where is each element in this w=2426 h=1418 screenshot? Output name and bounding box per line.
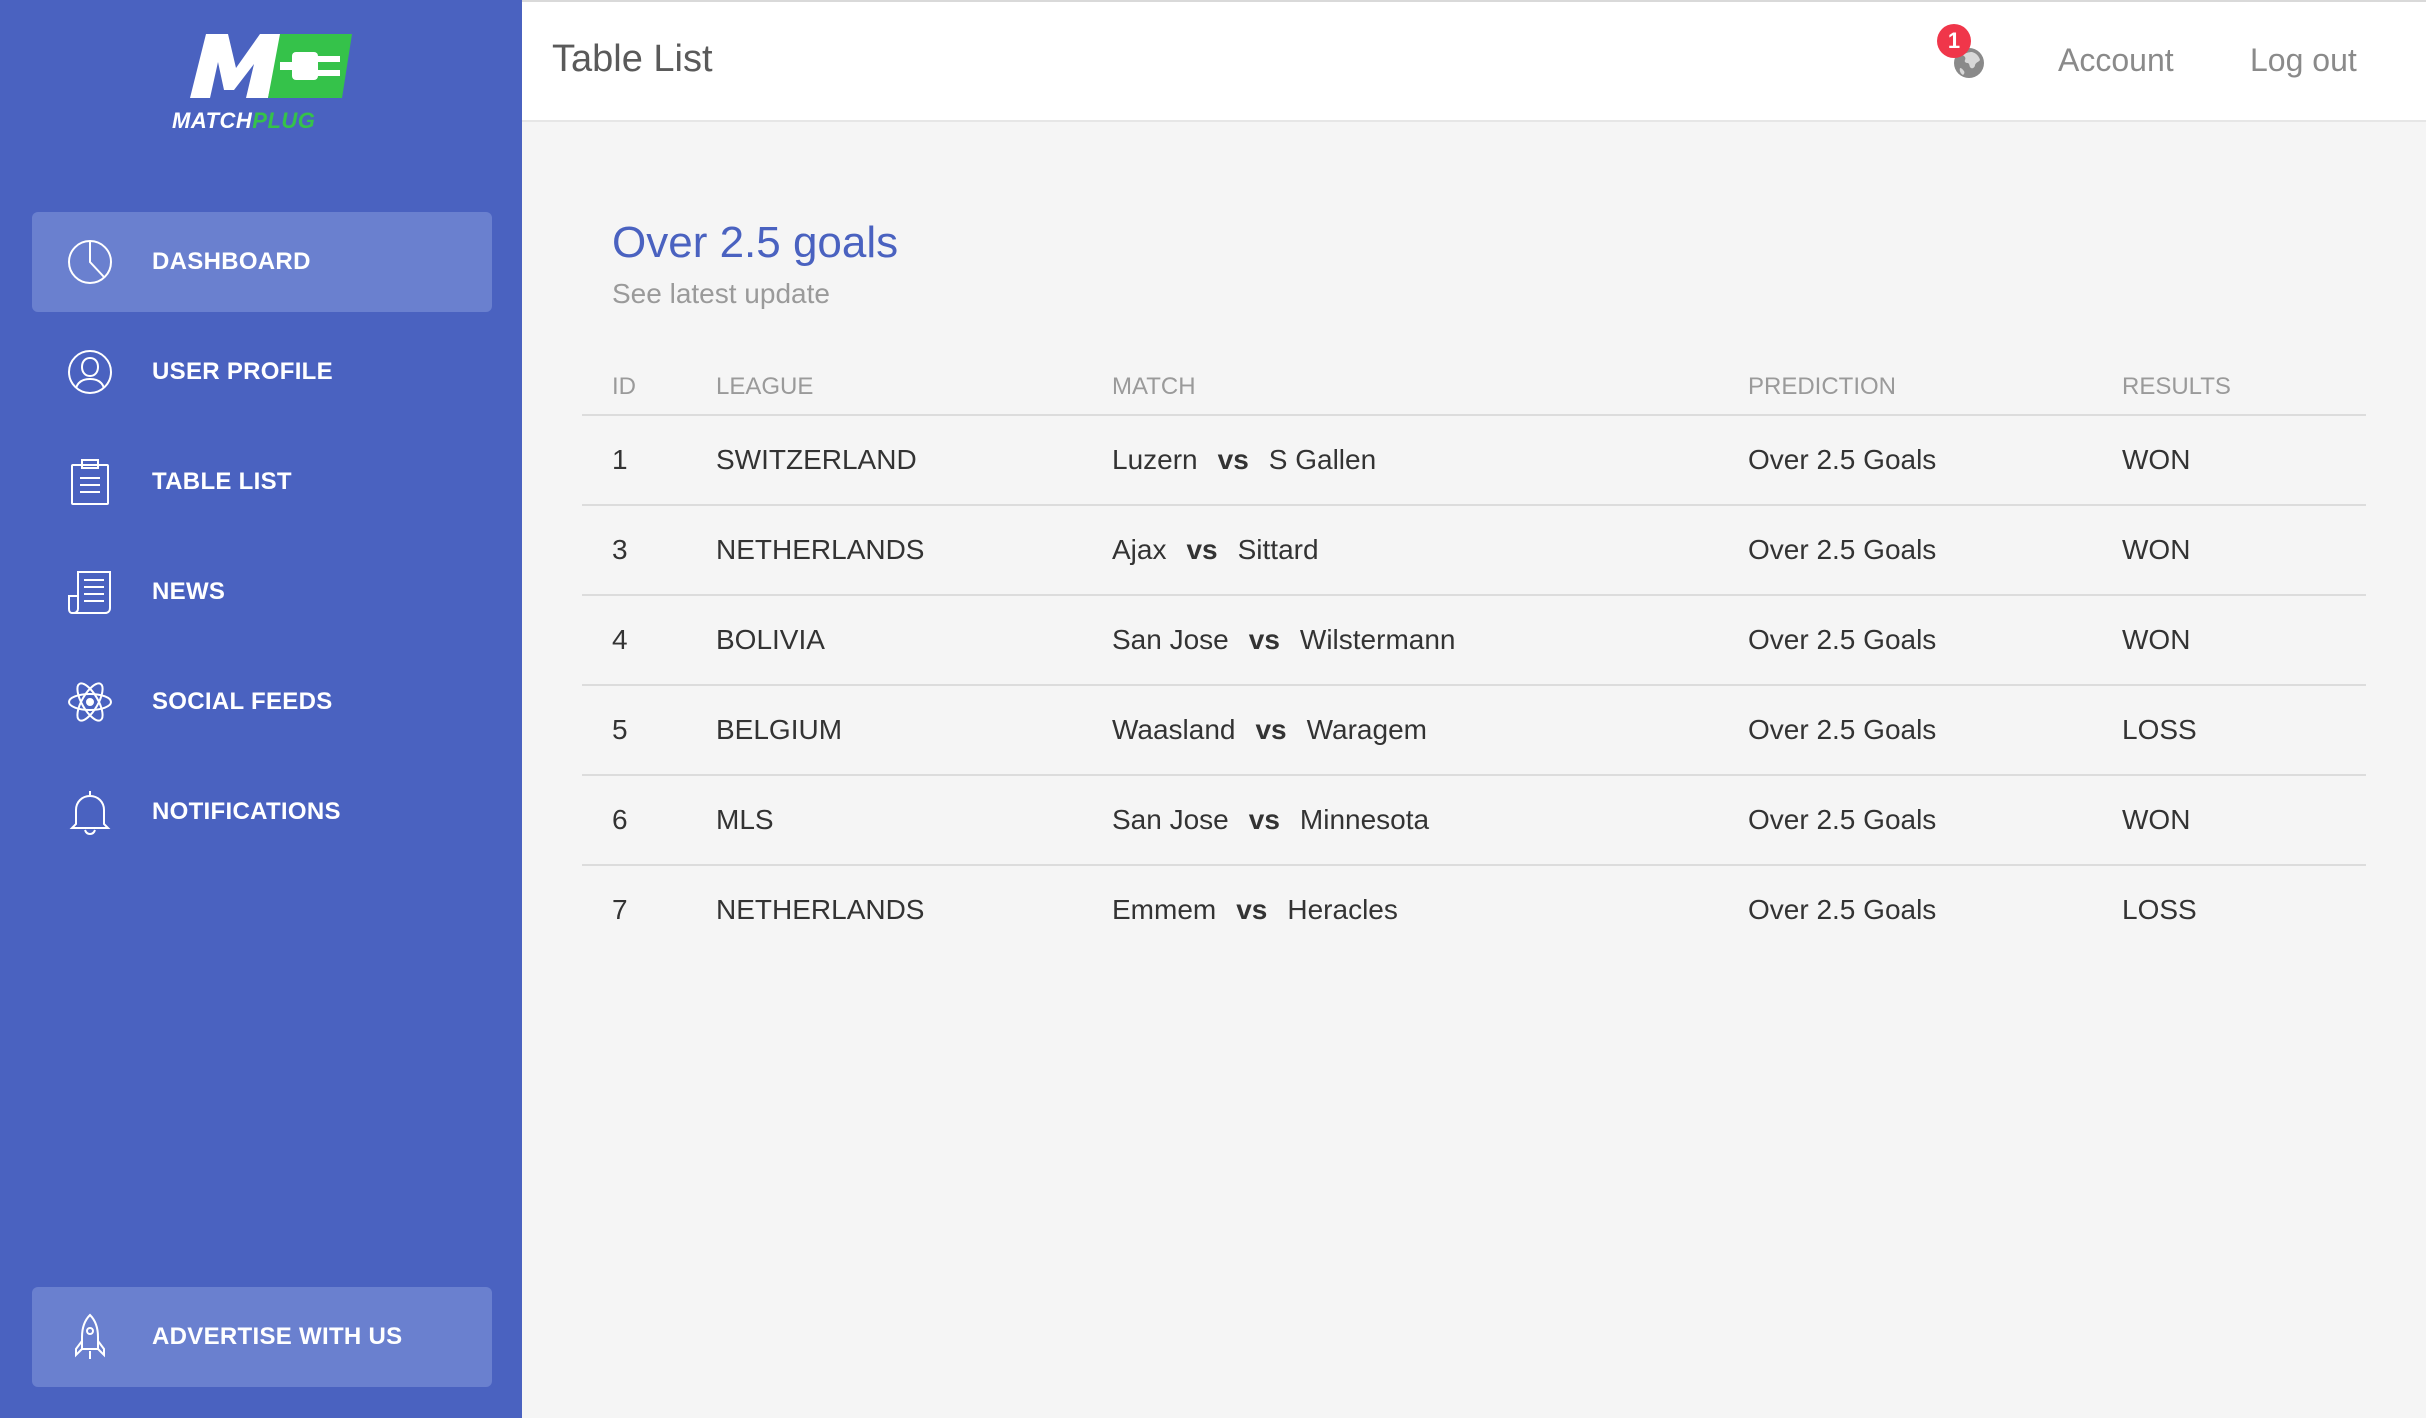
cell-league: NETHERLANDS — [716, 505, 1112, 596]
newspaper-icon — [66, 568, 114, 616]
vs-label: vs — [1248, 804, 1280, 835]
logo-wordmark: MATCHPLUG — [172, 108, 316, 133]
cell-prediction: Over 2.5 Goals — [1748, 894, 1937, 925]
sidebar-item-label: SOCIAL FEEDS — [152, 688, 333, 715]
cell-league: MLS — [716, 775, 1112, 866]
matchplug-logo[interactable]: MATCHPLUG — [168, 28, 358, 140]
cell-match: Waasland vs Waragem — [1112, 685, 1748, 776]
cell-match: Emmem vs Heracles — [1112, 865, 1748, 954]
account-link[interactable]: Account — [2058, 42, 2174, 79]
advertise-label: ADVERTISE WITH US — [152, 1323, 403, 1350]
away-team: S Gallen — [1268, 444, 1377, 475]
sidebar-item-social-feeds[interactable]: SOCIAL FEEDS — [32, 652, 492, 752]
cell-result: LOSS — [2122, 894, 2197, 925]
home-team: Luzern — [1112, 444, 1198, 475]
user-icon — [66, 348, 114, 396]
table-row: 4 BOLIVIA San Jose vs Wilstermann Over 2.5… — [582, 595, 2366, 686]
sidebar-nav: DASHBOARD USER PROFILE TABLE LIST NEWS S… — [32, 212, 492, 872]
sidebar-item-dashboard[interactable]: DASHBOARD — [32, 212, 492, 312]
pie-chart-icon — [66, 238, 114, 286]
cell-match: Ajax vs Sittard — [1112, 505, 1748, 596]
cell-id: 6 — [582, 775, 716, 866]
cell-id: 1 — [582, 415, 716, 506]
away-team: Minnesota — [1299, 804, 1430, 835]
cell-league: BOLIVIA — [716, 595, 1112, 686]
page-title: Table List — [552, 38, 713, 80]
home-team: San Jose — [1112, 804, 1229, 835]
vs-label: vs — [1255, 714, 1287, 745]
table-row: 7 NETHERLANDS Emmem vs Heracles Over 2.5 G… — [582, 865, 2366, 954]
home-team: Ajax — [1112, 534, 1167, 565]
cell-result: WON — [2122, 775, 2366, 866]
cell-league: SWITZERLAND — [716, 415, 1112, 506]
column-header-id: ID — [582, 360, 716, 416]
home-team: San Jose — [1112, 624, 1229, 655]
logo-mark-icon — [190, 34, 352, 98]
cell-prediction: Over 2.5 Goals — [1748, 415, 2122, 506]
away-team: Wilstermann — [1299, 624, 1456, 655]
sidebar-item-label: TABLE LIST — [152, 468, 292, 495]
sidebar-item-label: DASHBOARD — [152, 248, 311, 275]
rocket-icon — [66, 1313, 114, 1361]
column-header-league: LEAGUE — [716, 360, 1112, 416]
card-title: Over 2.5 goals — [612, 218, 899, 267]
cell-id: 5 — [582, 685, 716, 776]
cell-result: WON — [2122, 595, 2366, 686]
vs-label: vs — [1186, 534, 1218, 565]
away-team: Heracles — [1287, 894, 1398, 925]
cell-match: Luzern vs S Gallen — [1112, 415, 1748, 506]
cell-id: 7 — [612, 894, 628, 925]
card-subtitle: See latest update — [612, 278, 830, 309]
column-header-prediction: PREDICTION — [1748, 360, 2122, 416]
home-team: Emmem — [1112, 894, 1217, 925]
cell-prediction: Over 2.5 Goals — [1748, 595, 2122, 686]
vs-label: vs — [1236, 894, 1268, 925]
cell-id: 4 — [582, 595, 716, 686]
sidebar-item-news[interactable]: NEWS — [32, 542, 492, 642]
cell-match: San Jose vs Minnesota — [1112, 775, 1748, 866]
bell-icon — [66, 788, 114, 836]
cell-result: WON — [2122, 505, 2366, 596]
table-header-row: ID LEAGUE MATCH PREDICTION RESULTS — [582, 360, 2366, 416]
vs-label: vs — [1217, 444, 1249, 475]
atom-icon — [66, 678, 114, 726]
cell-prediction: Over 2.5 Goals — [1748, 505, 2122, 596]
cell-league: NETHERLANDS — [716, 894, 925, 925]
away-team: Waragem — [1306, 714, 1427, 745]
clipboard-icon — [66, 458, 114, 506]
sidebar-item-table-list[interactable]: TABLE LIST — [32, 432, 492, 532]
sidebar-item-notifications[interactable]: NOTIFICATIONS — [32, 762, 492, 862]
away-team: Sittard — [1237, 534, 1319, 565]
cell-id: 3 — [582, 505, 716, 596]
sidebar-item-label: NEWS — [152, 578, 226, 605]
home-team: Waasland — [1112, 714, 1236, 745]
cell-result: WON — [2122, 415, 2366, 506]
cell-result: LOSS — [2122, 685, 2366, 776]
predictions-table: ID LEAGUE MATCH PREDICTION RESULTS 1 SWI… — [582, 360, 2366, 954]
table-row: 3 NETHERLANDS Ajax vs Sittard Over 2.5 Goa… — [582, 505, 2366, 596]
column-header-results: RESULTS — [2122, 360, 2366, 416]
table-row: 5 BELGIUM Waasland vs Waragem Over 2.5 Goa… — [582, 685, 2366, 776]
sidebar-item-label: NOTIFICATIONS — [152, 798, 341, 825]
logout-link[interactable]: Log out — [2250, 42, 2357, 79]
sidebar-item-label: USER PROFILE — [152, 358, 333, 385]
top-bar: Table List 1 Account Log out — [522, 0, 2426, 122]
notification-badge: 1 — [1937, 24, 1971, 58]
advertise-button[interactable]: ADVERTISE WITH US — [32, 1287, 492, 1387]
cell-league: BELGIUM — [716, 685, 1112, 776]
cell-prediction: Over 2.5 Goals — [1748, 775, 2122, 866]
table-row: 1 SWITZERLAND Luzern vs S Gallen Over 2.5 … — [582, 415, 2366, 506]
column-header-match: MATCH — [1112, 360, 1748, 416]
sidebar-item-user-profile[interactable]: USER PROFILE — [32, 322, 492, 422]
cell-prediction: Over 2.5 Goals — [1748, 685, 2122, 776]
table-row: 6 MLS San Jose vs Minnesota Over 2.5 Goals… — [582, 775, 2366, 866]
cell-match: San Jose vs Wilstermann — [1112, 595, 1748, 686]
sidebar: MATCHPLUG DASHBOARD USER PROFILE TABLE L… — [0, 0, 522, 1418]
vs-label: vs — [1248, 624, 1280, 655]
